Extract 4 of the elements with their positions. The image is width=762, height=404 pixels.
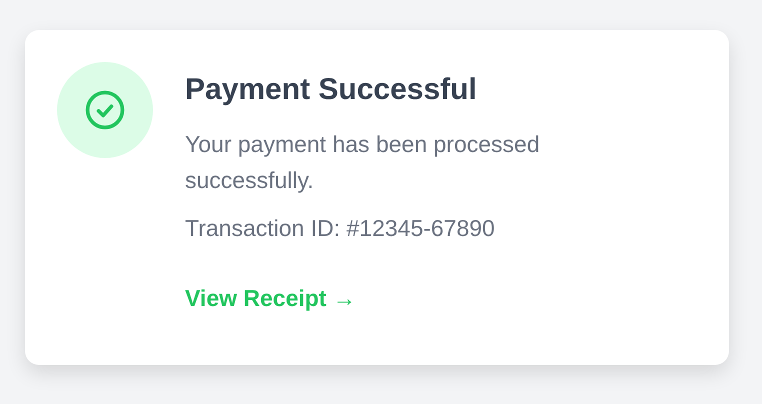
- message: Your payment has been processed successfully.: [185, 130, 541, 195]
- title: Payment Successful: [185, 72, 478, 108]
- view-receipt-link[interactable]: View Receipt →: [185, 280, 356, 316]
- transaction-id: Transaction ID: #12345-67890: [185, 214, 496, 243]
